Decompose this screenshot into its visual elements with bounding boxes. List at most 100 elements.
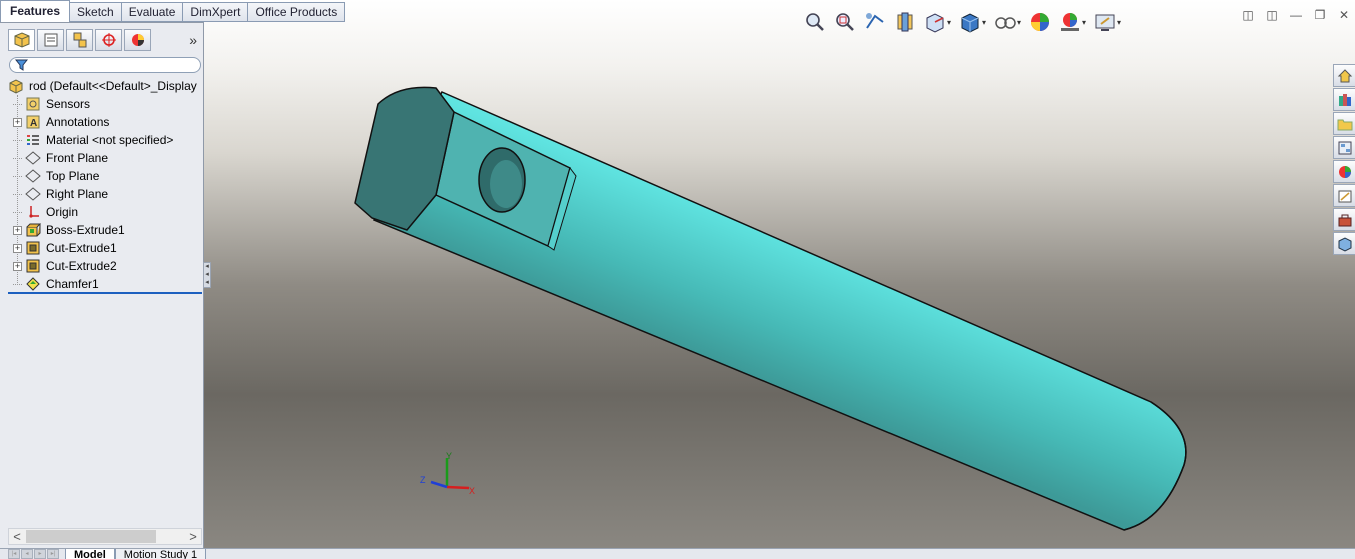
chevron-down-icon[interactable]: ▾ xyxy=(982,18,988,27)
sensors-icon xyxy=(25,96,41,112)
tile-left-icon[interactable]: ◫ xyxy=(1241,8,1255,22)
tree-item-material[interactable]: Material <not specified> xyxy=(13,131,174,149)
tab-evaluate[interactable]: Evaluate xyxy=(121,2,184,22)
origin-icon xyxy=(25,204,41,220)
triad-z-label: Z xyxy=(420,475,426,485)
annotations-icon: A xyxy=(25,114,41,130)
triad-x-label: X xyxy=(469,486,475,496)
tree-item-front-plane[interactable]: Front Plane xyxy=(13,149,109,167)
minimize-icon[interactable]: — xyxy=(1289,8,1303,22)
tree-item-label: Chamfer1 xyxy=(46,277,99,291)
chamfer-icon xyxy=(25,276,41,292)
panel-more-button[interactable]: » xyxy=(189,32,197,48)
panel-tabs: » xyxy=(0,23,203,57)
tree-item-sensors[interactable]: Sensors xyxy=(13,95,91,113)
expand-icon[interactable]: + xyxy=(13,261,22,271)
view-settings-icon[interactable] xyxy=(1092,9,1118,35)
tree-root-label: rod (Default<<Default>_Display xyxy=(29,79,197,93)
horizontal-scrollbar[interactable]: < > xyxy=(8,528,202,545)
tree-item-chamfer1[interactable]: Chamfer1 xyxy=(13,275,99,293)
tree-item-label: Material <not specified> xyxy=(46,133,174,147)
tree-item-right-plane[interactable]: Right Plane xyxy=(13,185,109,203)
display-manager-icon[interactable] xyxy=(124,29,151,51)
view-orientation-icon[interactable] xyxy=(922,9,948,35)
command-manager-tabs: Features Sketch Evaluate DimXpert Office… xyxy=(0,0,346,22)
view-palette-icon[interactable] xyxy=(1333,136,1355,159)
tile-right-icon[interactable]: ◫ xyxy=(1265,8,1279,22)
rod-model[interactable] xyxy=(204,0,1355,548)
feature-manager-icon[interactable] xyxy=(8,29,35,51)
section-view-icon[interactable] xyxy=(892,9,918,35)
plane-icon xyxy=(25,150,41,166)
tab-office-products[interactable]: Office Products xyxy=(248,2,346,22)
custom-properties-icon[interactable] xyxy=(1333,184,1355,207)
close-icon[interactable]: ✕ xyxy=(1337,8,1351,22)
chevron-down-icon[interactable]: ▾ xyxy=(1017,18,1023,27)
first-tab-icon[interactable]: |◂ xyxy=(8,549,20,559)
tree-item-cut-extrude2[interactable]: + Cut-Extrude2 xyxy=(13,257,117,275)
expand-icon[interactable]: + xyxy=(13,243,22,253)
boss-extrude-icon xyxy=(25,222,41,238)
restore-icon[interactable]: ❐ xyxy=(1313,8,1327,22)
tree-item-label: Sensors xyxy=(46,97,91,111)
appearances-icon[interactable] xyxy=(1333,160,1355,183)
tree-item-label: Top Plane xyxy=(46,169,100,183)
3d-content-icon[interactable] xyxy=(1333,232,1355,255)
rollback-bar[interactable] xyxy=(8,292,202,294)
expand-icon[interactable]: + xyxy=(13,225,22,235)
tree-root-part[interactable]: rod (Default<<Default>_Display xyxy=(8,77,197,95)
part-icon xyxy=(8,78,24,94)
plane-icon xyxy=(25,186,41,202)
prev-tab-icon[interactable]: ◂ xyxy=(21,549,33,559)
property-manager-icon[interactable] xyxy=(37,29,64,51)
tab-motion-study-1[interactable]: Motion Study 1 xyxy=(114,549,207,559)
zoom-to-area-icon[interactable] xyxy=(832,9,858,35)
panel-collapse-handle[interactable]: ◂ ◂ ◂ xyxy=(203,262,211,288)
cut-extrude-icon xyxy=(25,258,41,274)
design-library-icon[interactable] xyxy=(1333,88,1355,111)
chevron-down-icon[interactable]: ▾ xyxy=(1117,18,1123,27)
tree-item-origin[interactable]: Origin xyxy=(13,203,78,221)
scroll-thumb[interactable] xyxy=(26,530,156,543)
chevron-down-icon[interactable]: ▾ xyxy=(947,18,953,27)
tab-navigation: |◂ ◂ ▸ ▸| xyxy=(8,549,59,559)
tree-item-boss-extrude1[interactable]: + Boss-Extrude1 xyxy=(13,221,125,239)
cut-extrude-icon xyxy=(25,240,41,256)
tree-item-annotations[interactable]: + A Annotations xyxy=(13,113,109,131)
last-tab-icon[interactable]: ▸| xyxy=(47,549,59,559)
tree-filter-field[interactable] xyxy=(9,57,201,73)
apply-scene-icon[interactable] xyxy=(1057,9,1083,35)
toolbox-icon[interactable] xyxy=(1333,208,1355,231)
tab-features[interactable]: Features xyxy=(0,0,71,22)
display-style-icon[interactable] xyxy=(957,9,983,35)
tree-item-top-plane[interactable]: Top Plane xyxy=(13,167,100,185)
expand-icon[interactable]: + xyxy=(13,117,22,127)
feature-tree: rod (Default<<Default>_Display Sensors +… xyxy=(0,75,203,293)
window-controls: ◫ ◫ — ❐ ✕ xyxy=(1241,8,1351,22)
triad-y-label: Y xyxy=(446,451,452,461)
tree-item-label: Front Plane xyxy=(46,151,109,165)
configuration-manager-icon[interactable] xyxy=(66,29,93,51)
tab-dimxpert[interactable]: DimXpert xyxy=(183,2,249,22)
file-explorer-icon[interactable] xyxy=(1333,112,1355,135)
tree-item-cut-extrude1[interactable]: + Cut-Extrude1 xyxy=(13,239,117,257)
tab-sketch[interactable]: Sketch xyxy=(70,2,122,22)
feature-manager-panel: » rod (Default<<Default>_Display Sensors… xyxy=(0,22,204,548)
plane-icon xyxy=(25,168,41,184)
zoom-to-fit-icon[interactable] xyxy=(802,9,828,35)
previous-view-icon[interactable] xyxy=(862,9,888,35)
dimxpert-manager-icon[interactable] xyxy=(95,29,122,51)
tab-model[interactable]: Model xyxy=(65,549,115,559)
chevron-down-icon[interactable]: ▾ xyxy=(1082,18,1088,27)
next-tab-icon[interactable]: ▸ xyxy=(34,549,46,559)
tree-item-label: Right Plane xyxy=(46,187,109,201)
tree-item-label: Cut-Extrude2 xyxy=(46,259,117,273)
scroll-left-icon[interactable]: < xyxy=(9,529,25,544)
solidworks-resources-icon[interactable] xyxy=(1333,64,1355,87)
heads-up-view-toolbar: ▾ ▾ ▾ ▾ ▾ xyxy=(802,8,1123,36)
scroll-right-icon[interactable]: > xyxy=(185,529,201,544)
edit-appearance-icon[interactable] xyxy=(1027,9,1053,35)
material-icon xyxy=(25,132,41,148)
graphics-area[interactable]: ▾ ▾ ▾ ▾ ▾ ◫ ◫ — ❐ ✕ Y Z X xyxy=(204,0,1355,548)
hide-show-items-icon[interactable] xyxy=(992,9,1018,35)
